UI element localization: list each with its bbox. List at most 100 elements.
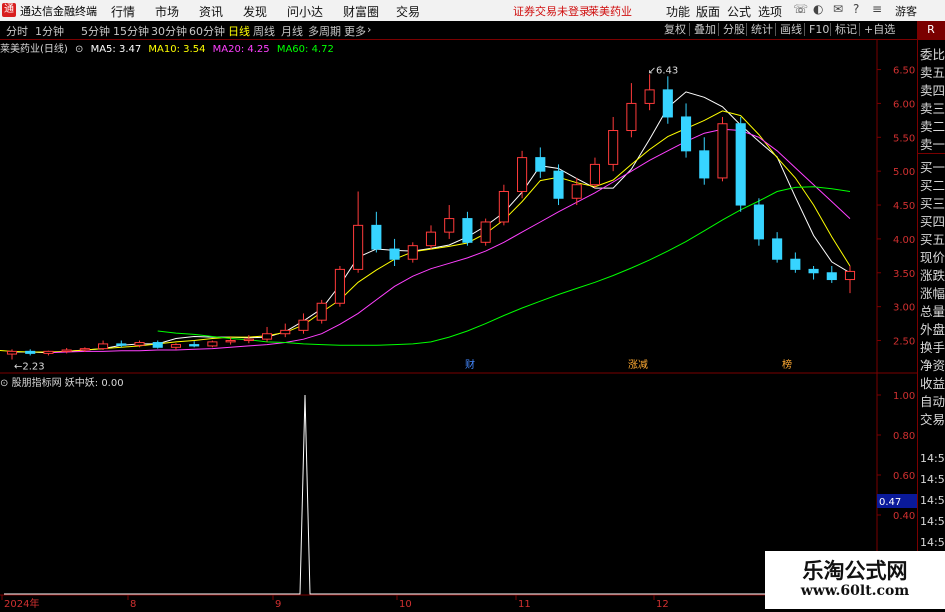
trade-time: 14:56 <box>920 494 945 507</box>
right-panel-header[interactable]: R <box>917 21 945 39</box>
menu-zixun[interactable]: 资讯 <box>199 3 223 20</box>
menu-banmian[interactable]: 版面 <box>696 3 720 20</box>
candle-down <box>753 204 764 240</box>
candle-up <box>261 333 273 340</box>
x-tick-label: 8 <box>130 599 136 609</box>
quote-label: 卖一 <box>920 137 945 152</box>
separator <box>859 23 860 36</box>
high-annotation: ↙6.43 <box>648 65 679 76</box>
tab-monthly[interactable]: 月线 <box>281 23 303 39</box>
candle-up <box>844 270 856 281</box>
tab-60min[interactable]: 60分钟 <box>189 23 225 39</box>
candle-up <box>207 341 218 347</box>
candle-up <box>498 190 509 223</box>
mark-button[interactable]: 标记 <box>832 22 860 37</box>
tab-5min[interactable]: 5分钟 <box>81 23 110 39</box>
menu-xuanxiang[interactable]: 选项 <box>758 3 782 20</box>
candle-up <box>334 268 345 304</box>
candle-down <box>772 238 783 260</box>
user-label[interactable]: 游客 <box>895 3 917 19</box>
candle-down <box>808 268 819 274</box>
candle-up <box>298 319 309 331</box>
tab-multi-period[interactable]: 多周期 <box>308 23 341 39</box>
event-marker: 财 <box>465 358 475 371</box>
separator <box>718 23 719 36</box>
y-tick-label: 3.50 <box>893 269 915 280</box>
add-watchlist-button[interactable]: +自选 <box>861 22 898 37</box>
app-name: 通达信金融终端 <box>20 5 97 18</box>
candle-up <box>517 157 528 192</box>
menu-wenxiaoda[interactable]: 问小达 <box>287 3 323 20</box>
candle-down <box>790 258 801 270</box>
phone-icon[interactable]: ☏ <box>793 2 808 16</box>
candle-up <box>98 343 109 350</box>
restore-rights-button[interactable]: 复权 <box>661 22 689 37</box>
watermark: 乐淘公式网 www.60lt.com <box>765 551 945 609</box>
separator <box>830 23 831 36</box>
quote-label: 总量 <box>920 304 945 319</box>
menu-caifuquan[interactable]: 财富圈 <box>343 3 379 20</box>
envelope-icon[interactable]: ✉ <box>833 2 843 16</box>
menu-gongneng[interactable]: 功能 <box>666 3 690 20</box>
watermark-url: www.60lt.com <box>800 583 910 599</box>
separator <box>804 23 805 36</box>
annotations: ↙6.43 ←2.23 财 涨减 榜 <box>14 65 792 372</box>
separator <box>746 23 747 36</box>
settings-dropdown-icon[interactable]: ⊙ <box>0 378 8 389</box>
quote-divider <box>918 153 945 154</box>
chart-grid <box>0 40 917 609</box>
candle-up <box>280 329 291 335</box>
tab-15min[interactable]: 15分钟 <box>113 23 149 39</box>
candle-down <box>389 248 400 260</box>
candle-down <box>680 116 692 152</box>
f10-button[interactable]: F10 <box>806 22 832 37</box>
kline-chart[interactable]: 6.50 6.00 5.50 5.00 4.50 4.00 3.50 3.00 2.50 1.0… <box>0 40 917 609</box>
quote-label: 委比 <box>920 47 945 62</box>
candle-down <box>535 157 546 172</box>
indicator-y-label: 0.80 <box>893 431 915 442</box>
tab-more[interactable]: 更多 <box>344 23 366 39</box>
overlay-button[interactable]: 叠加 <box>691 22 719 37</box>
login-status[interactable]: 证券交易未登录 <box>513 3 590 19</box>
menu-shichang[interactable]: 市场 <box>155 3 179 20</box>
quote-label: 卖四 <box>920 83 945 98</box>
period-toolbar: 分时 1分钟 5分钟 15分钟 30分钟 60分钟 日线 周线 月线 多周期 更… <box>0 21 945 40</box>
tab-30min[interactable]: 30分钟 <box>151 23 187 39</box>
indicator-y-label: 0.60 <box>893 471 915 482</box>
menu-faxian[interactable]: 发现 <box>243 3 267 20</box>
candle-down <box>189 344 200 347</box>
x-axis: 2024年 8 9 10 11 12 <box>1 595 669 609</box>
x-tick-label: 12 <box>656 599 669 609</box>
y-tick-label: 4.00 <box>893 235 915 246</box>
menu-jiaoyi[interactable]: 交易 <box>396 3 420 20</box>
quote-label[interactable]: 自动 <box>920 393 945 411</box>
current-value-label: 0.47 <box>879 497 901 508</box>
statistics-button[interactable]: 统计 <box>748 22 776 37</box>
quote-label[interactable]: 交易 <box>920 411 945 429</box>
draw-line-button[interactable]: 画线 <box>777 22 805 37</box>
menu-gongshi[interactable]: 公式 <box>727 3 751 20</box>
candle-up <box>6 350 18 355</box>
tab-1min[interactable]: 1分钟 <box>35 23 64 39</box>
indicator-formula: 妖中妖: 0.00 <box>64 378 124 389</box>
help-icon[interactable]: ? <box>853 2 859 16</box>
chevron-right-icon[interactable]: › <box>367 23 371 36</box>
menu-hangqing[interactable]: 行情 <box>111 3 135 20</box>
split-stock-button[interactable]: 分股 <box>720 22 748 37</box>
skin-icon[interactable]: ◐ <box>813 2 823 16</box>
tab-weekly[interactable]: 周线 <box>253 23 275 39</box>
separator <box>775 23 776 36</box>
indicator-signal-line <box>4 394 870 595</box>
app-logo-icon: 通 <box>2 3 16 17</box>
y-tick-label: 6.50 <box>893 66 915 77</box>
candle-up <box>589 163 601 186</box>
x-tick-label: 11 <box>518 599 531 609</box>
tab-fenshi[interactable]: 分时 <box>6 23 28 39</box>
indicator-title-bar: ⊙ 股朋指标网 妖中妖: 0.00 <box>0 374 124 389</box>
separator <box>689 23 690 36</box>
tab-daily[interactable]: 日线 <box>228 23 250 39</box>
menu-icon[interactable]: ≡ <box>872 2 882 16</box>
candle-down <box>371 224 382 250</box>
trade-time: 14:56 <box>920 473 945 486</box>
y-tick-label: 6.00 <box>893 99 915 110</box>
